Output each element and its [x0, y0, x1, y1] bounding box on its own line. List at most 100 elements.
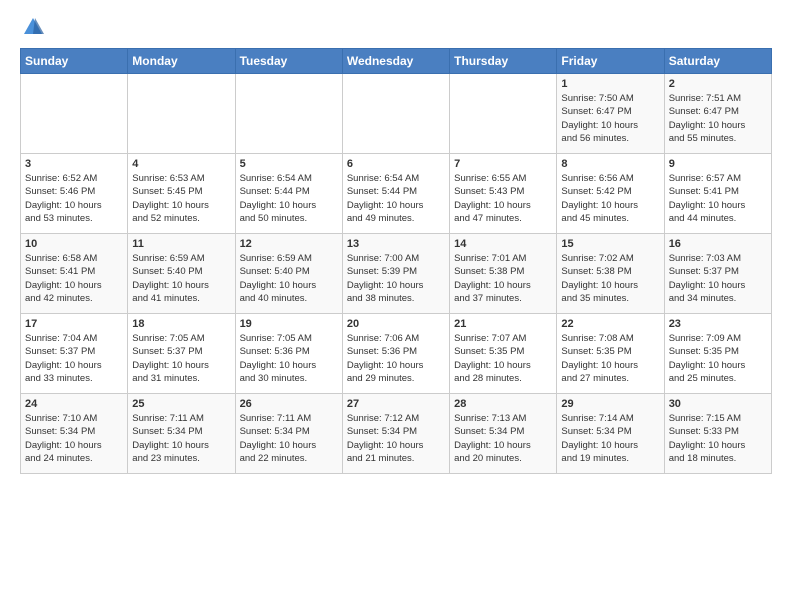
calendar-table: SundayMondayTuesdayWednesdayThursdayFrid… [20, 48, 772, 474]
day-info: Sunrise: 7:11 AM Sunset: 5:34 PM Dayligh… [132, 412, 230, 465]
day-cell: 26 Sunrise: 7:11 AM Sunset: 5:34 PM Dayli… [235, 394, 342, 474]
day-number: 9 [669, 158, 767, 170]
day-number: 24 [25, 398, 123, 410]
day-info: Sunrise: 6:57 AM Sunset: 5:41 PM Dayligh… [669, 172, 767, 225]
weekday-header-wednesday: Wednesday [342, 49, 449, 74]
day-info: Sunrise: 7:11 AM Sunset: 5:34 PM Dayligh… [240, 412, 338, 465]
day-cell [450, 74, 557, 154]
day-info: Sunrise: 7:10 AM Sunset: 5:34 PM Dayligh… [25, 412, 123, 465]
day-info: Sunrise: 6:58 AM Sunset: 5:41 PM Dayligh… [25, 252, 123, 305]
day-info: Sunrise: 7:06 AM Sunset: 5:36 PM Dayligh… [347, 332, 445, 385]
week-row-2: 3Sunrise: 6:52 AM Sunset: 5:46 PM Daylig… [21, 154, 772, 234]
day-info: Sunrise: 7:09 AM Sunset: 5:35 PM Dayligh… [669, 332, 767, 385]
day-number: 17 [25, 318, 123, 330]
day-number: 14 [454, 238, 552, 250]
day-info: Sunrise: 7:15 AM Sunset: 5:33 PM Dayligh… [669, 412, 767, 465]
day-info: Sunrise: 6:53 AM Sunset: 5:45 PM Dayligh… [132, 172, 230, 225]
day-cell [21, 74, 128, 154]
day-number: 5 [240, 158, 338, 170]
day-number: 30 [669, 398, 767, 410]
day-number: 10 [25, 238, 123, 250]
day-number: 3 [25, 158, 123, 170]
day-cell: 7 Sunrise: 6:55 AM Sunset: 5:43 PM Daylig… [450, 154, 557, 234]
day-cell: 6 Sunrise: 6:54 AM Sunset: 5:44 PM Daylig… [342, 154, 449, 234]
day-cell: 12 Sunrise: 6:59 AM Sunset: 5:40 PM Dayli… [235, 234, 342, 314]
day-info: Sunrise: 6:54 AM Sunset: 5:44 PM Dayligh… [347, 172, 445, 225]
day-info: Sunrise: 7:50 AM Sunset: 6:47 PM Dayligh… [561, 92, 659, 145]
day-cell: 24 Sunrise: 7:10 AM Sunset: 5:34 PM Dayli… [21, 394, 128, 474]
day-number: 28 [454, 398, 552, 410]
day-cell: 2 Sunrise: 7:51 AM Sunset: 6:47 PM Daylig… [664, 74, 771, 154]
day-cell: 18 Sunrise: 7:05 AM Sunset: 5:37 PM Dayli… [128, 314, 235, 394]
day-cell: 14 Sunrise: 7:01 AM Sunset: 5:38 PM Dayli… [450, 234, 557, 314]
day-cell [342, 74, 449, 154]
day-number: 27 [347, 398, 445, 410]
day-number: 18 [132, 318, 230, 330]
day-cell: 10 Sunrise: 6:58 AM Sunset: 5:41 PM Dayli… [21, 234, 128, 314]
day-info: Sunrise: 7:05 AM Sunset: 5:36 PM Dayligh… [240, 332, 338, 385]
page: SundayMondayTuesdayWednesdayThursdayFrid… [0, 0, 792, 490]
day-info: Sunrise: 7:01 AM Sunset: 5:38 PM Dayligh… [454, 252, 552, 305]
day-number: 29 [561, 398, 659, 410]
day-info: Sunrise: 7:14 AM Sunset: 5:34 PM Dayligh… [561, 412, 659, 465]
day-info: Sunrise: 7:51 AM Sunset: 6:47 PM Dayligh… [669, 92, 767, 145]
weekday-header-friday: Friday [557, 49, 664, 74]
day-cell: 27Sunrise: 7:12 AM Sunset: 5:34 PM Dayli… [342, 394, 449, 474]
day-cell: 16 Sunrise: 7:03 AM Sunset: 5:37 PM Dayli… [664, 234, 771, 314]
day-cell: 23 Sunrise: 7:09 AM Sunset: 5:35 PM Dayli… [664, 314, 771, 394]
week-row-1: 1 Sunrise: 7:50 AM Sunset: 6:47 PM Daylig… [21, 74, 772, 154]
day-cell: 4 Sunrise: 6:53 AM Sunset: 5:45 PM Daylig… [128, 154, 235, 234]
day-cell: 20Sunrise: 7:06 AM Sunset: 5:36 PM Dayli… [342, 314, 449, 394]
day-info: Sunrise: 7:02 AM Sunset: 5:38 PM Dayligh… [561, 252, 659, 305]
day-info: Sunrise: 7:08 AM Sunset: 5:35 PM Dayligh… [561, 332, 659, 385]
day-info: Sunrise: 7:00 AM Sunset: 5:39 PM Dayligh… [347, 252, 445, 305]
logo [20, 16, 44, 38]
day-cell [235, 74, 342, 154]
weekday-header-saturday: Saturday [664, 49, 771, 74]
day-number: 1 [561, 78, 659, 90]
day-cell: 30 Sunrise: 7:15 AM Sunset: 5:33 PM Dayli… [664, 394, 771, 474]
weekday-header-sunday: Sunday [21, 49, 128, 74]
day-number: 11 [132, 238, 230, 250]
day-info: Sunrise: 6:56 AM Sunset: 5:42 PM Dayligh… [561, 172, 659, 225]
day-cell: 8Sunrise: 6:56 AM Sunset: 5:42 PM Daylig… [557, 154, 664, 234]
day-number: 21 [454, 318, 552, 330]
header [20, 16, 772, 38]
day-number: 7 [454, 158, 552, 170]
day-cell: 28Sunrise: 7:13 AM Sunset: 5:34 PM Dayli… [450, 394, 557, 474]
day-cell: 17Sunrise: 7:04 AM Sunset: 5:37 PM Dayli… [21, 314, 128, 394]
day-info: Sunrise: 6:54 AM Sunset: 5:44 PM Dayligh… [240, 172, 338, 225]
day-number: 26 [240, 398, 338, 410]
day-info: Sunrise: 6:55 AM Sunset: 5:43 PM Dayligh… [454, 172, 552, 225]
day-number: 4 [132, 158, 230, 170]
day-number: 6 [347, 158, 445, 170]
day-info: Sunrise: 7:05 AM Sunset: 5:37 PM Dayligh… [132, 332, 230, 385]
day-info: Sunrise: 6:59 AM Sunset: 5:40 PM Dayligh… [132, 252, 230, 305]
day-number: 16 [669, 238, 767, 250]
week-row-5: 24 Sunrise: 7:10 AM Sunset: 5:34 PM Dayli… [21, 394, 772, 474]
day-cell: 22Sunrise: 7:08 AM Sunset: 5:35 PM Dayli… [557, 314, 664, 394]
day-number: 12 [240, 238, 338, 250]
day-cell: 25 Sunrise: 7:11 AM Sunset: 5:34 PM Dayli… [128, 394, 235, 474]
day-number: 13 [347, 238, 445, 250]
day-cell: 29 Sunrise: 7:14 AM Sunset: 5:34 PM Dayli… [557, 394, 664, 474]
day-info: Sunrise: 7:07 AM Sunset: 5:35 PM Dayligh… [454, 332, 552, 385]
week-row-4: 17Sunrise: 7:04 AM Sunset: 5:37 PM Dayli… [21, 314, 772, 394]
week-row-3: 10 Sunrise: 6:58 AM Sunset: 5:41 PM Dayli… [21, 234, 772, 314]
day-info: Sunrise: 6:59 AM Sunset: 5:40 PM Dayligh… [240, 252, 338, 305]
day-cell: 3Sunrise: 6:52 AM Sunset: 5:46 PM Daylig… [21, 154, 128, 234]
day-cell: 19 Sunrise: 7:05 AM Sunset: 5:36 PM Dayli… [235, 314, 342, 394]
day-number: 19 [240, 318, 338, 330]
day-number: 25 [132, 398, 230, 410]
day-cell: 9 Sunrise: 6:57 AM Sunset: 5:41 PM Daylig… [664, 154, 771, 234]
day-number: 2 [669, 78, 767, 90]
day-number: 15 [561, 238, 659, 250]
day-cell: 15 Sunrise: 7:02 AM Sunset: 5:38 PM Dayli… [557, 234, 664, 314]
logo-icon [22, 16, 44, 38]
day-number: 23 [669, 318, 767, 330]
day-cell: 13 Sunrise: 7:00 AM Sunset: 5:39 PM Dayli… [342, 234, 449, 314]
day-cell: 5 Sunrise: 6:54 AM Sunset: 5:44 PM Daylig… [235, 154, 342, 234]
day-cell: 11 Sunrise: 6:59 AM Sunset: 5:40 PM Dayli… [128, 234, 235, 314]
day-info: Sunrise: 7:03 AM Sunset: 5:37 PM Dayligh… [669, 252, 767, 305]
day-cell [128, 74, 235, 154]
